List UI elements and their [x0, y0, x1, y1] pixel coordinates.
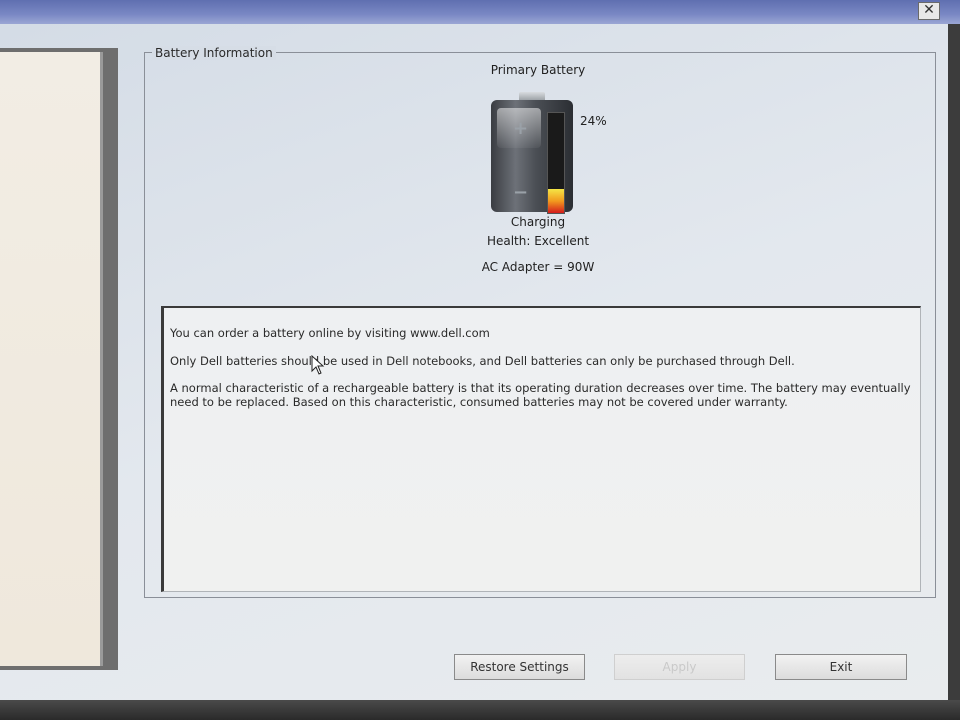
exit-button[interactable]: Exit: [775, 654, 907, 680]
charge-gauge: [547, 112, 565, 214]
navigation-panel: [0, 48, 118, 670]
screen-bezel-right: [948, 24, 960, 720]
charge-gauge-fill: [548, 189, 564, 213]
apply-button[interactable]: Apply: [614, 654, 745, 680]
order-online-text: You can order a battery online by visiti…: [170, 326, 490, 340]
battery-notice-box: You can order a battery online by visiti…: [161, 306, 921, 592]
minus-icon: −: [513, 182, 529, 203]
battery-icon: + −: [491, 92, 575, 214]
charge-percent: 24%: [580, 114, 607, 128]
title-bar: [0, 0, 960, 24]
navigation-tree[interactable]: [0, 52, 103, 666]
battery-health: Health: Excellent: [486, 234, 590, 248]
battery-terminal: [519, 92, 545, 100]
battery-lifespan-text: A normal characteristic of a rechargeabl…: [170, 381, 911, 409]
close-button[interactable]: ✕: [918, 2, 940, 20]
mouse-pointer-icon: [311, 355, 325, 375]
screen-bezel-bottom: [0, 700, 960, 720]
dell-only-text: Only Dell batteries should be used in De…: [170, 354, 795, 368]
battery-name: Primary Battery: [490, 63, 586, 77]
restore-settings-button[interactable]: Restore Settings: [454, 654, 585, 680]
battery-body: + −: [491, 100, 573, 214]
battery-info-title: Battery Information: [152, 46, 276, 60]
charge-status: Charging: [510, 215, 566, 229]
plus-icon: +: [513, 118, 529, 139]
ac-adapter-rating: AC Adapter = 90W: [481, 260, 595, 274]
